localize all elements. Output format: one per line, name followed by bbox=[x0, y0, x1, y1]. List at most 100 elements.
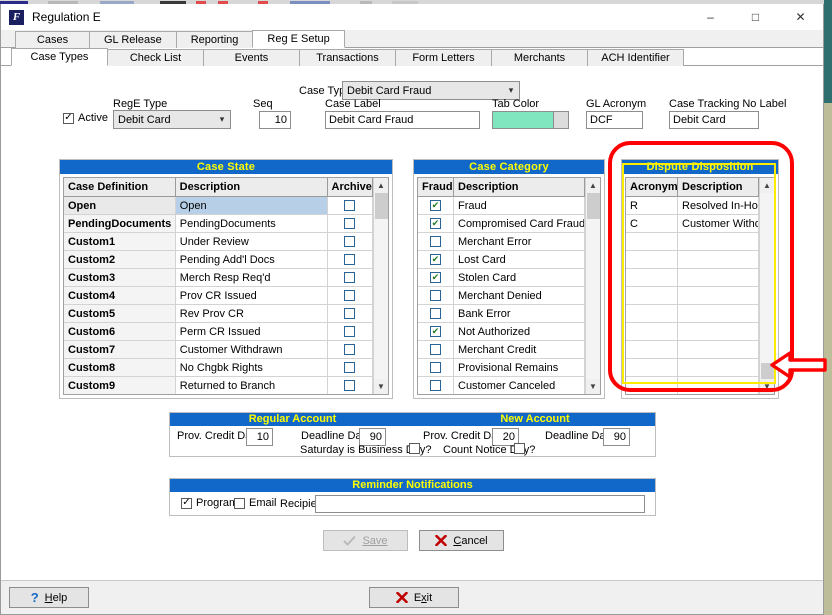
fraud-checkbox[interactable] bbox=[430, 254, 441, 265]
tab-reporting[interactable]: Reporting bbox=[175, 31, 254, 48]
seq-input[interactable] bbox=[259, 111, 291, 129]
table-row[interactable]: Custom2 Pending Add'l Docs bbox=[64, 251, 373, 269]
table-row[interactable]: Custom7 Customer Withdrawn bbox=[64, 341, 373, 359]
tab-color-picker[interactable] bbox=[492, 111, 569, 129]
table-row[interactable]: Custom5 Rev Prov CR bbox=[64, 305, 373, 323]
scroll-thumb[interactable] bbox=[374, 193, 388, 219]
tab-form-letters[interactable]: Form Letters bbox=[395, 49, 492, 66]
maximize-icon[interactable]: □ bbox=[733, 4, 778, 30]
table-row[interactable] bbox=[626, 341, 759, 359]
archive-checkbox[interactable] bbox=[344, 254, 356, 265]
table-row[interactable]: Custom3 Merch Resp Req'd bbox=[64, 269, 373, 287]
table-row[interactable]: Merchant Error bbox=[418, 233, 585, 251]
col-case-definition[interactable]: Case Definition bbox=[64, 178, 176, 196]
table-row[interactable]: Merchant Credit bbox=[418, 341, 585, 359]
cancel-button[interactable]: Cancel bbox=[419, 530, 504, 551]
dispute-disposition-scrollbar[interactable]: ▲ ▼ bbox=[759, 178, 774, 394]
fraud-checkbox[interactable] bbox=[430, 308, 441, 319]
scroll-up-icon[interactable]: ▲ bbox=[585, 178, 600, 193]
table-row[interactable]: Not Authorized bbox=[418, 323, 585, 341]
fraud-checkbox[interactable] bbox=[430, 272, 441, 283]
fraud-checkbox[interactable] bbox=[430, 236, 441, 247]
scroll-up-icon[interactable]: ▲ bbox=[759, 178, 774, 193]
scroll-down-icon[interactable]: ▼ bbox=[585, 379, 600, 394]
scroll-up-icon[interactable]: ▲ bbox=[373, 178, 388, 193]
tab-case-types[interactable]: Case Types bbox=[11, 48, 108, 66]
scroll-down-icon[interactable]: ▼ bbox=[373, 379, 388, 394]
table-row[interactable] bbox=[626, 377, 759, 394]
active-checkbox-group[interactable]: Active bbox=[63, 112, 108, 124]
archive-checkbox[interactable] bbox=[344, 344, 356, 355]
scroll-thumb[interactable] bbox=[586, 193, 600, 219]
tab-ach-identifier[interactable]: ACH Identifier bbox=[587, 49, 684, 66]
exit-button[interactable]: Exit bbox=[369, 587, 459, 608]
regular-prov-credit-days-input[interactable] bbox=[246, 428, 273, 446]
archive-checkbox[interactable] bbox=[344, 236, 356, 247]
fraud-checkbox[interactable] bbox=[430, 344, 441, 355]
scroll-track[interactable] bbox=[585, 193, 600, 379]
tab-transactions[interactable]: Transactions bbox=[299, 49, 396, 66]
table-row[interactable] bbox=[626, 323, 759, 341]
table-row[interactable]: Fraud bbox=[418, 197, 585, 215]
table-row[interactable]: Custom1 Under Review bbox=[64, 233, 373, 251]
help-button[interactable]: ? Help bbox=[9, 587, 89, 608]
save-button[interactable]: Save bbox=[323, 530, 408, 551]
table-row[interactable] bbox=[626, 269, 759, 287]
table-row[interactable]: PendingDocuments PendingDocuments bbox=[64, 215, 373, 233]
tab-merchants[interactable]: Merchants bbox=[491, 49, 588, 66]
table-row[interactable] bbox=[626, 233, 759, 251]
table-row[interactable]: CCustomer Withdrawn bbox=[626, 215, 759, 233]
tab-check-list[interactable]: Check List bbox=[107, 49, 204, 66]
col-description[interactable]: Description bbox=[175, 178, 328, 196]
table-row[interactable]: Bank Error bbox=[418, 305, 585, 323]
table-row[interactable]: Lost Card bbox=[418, 251, 585, 269]
minimize-icon[interactable]: – bbox=[688, 4, 733, 30]
tab-reg-e-setup[interactable]: Reg E Setup bbox=[252, 30, 345, 48]
tab-color-dropdown-button[interactable] bbox=[553, 112, 568, 128]
table-row[interactable]: Provisional Remains bbox=[418, 359, 585, 377]
table-row[interactable]: Custom8 No Chgbk Rights bbox=[64, 359, 373, 377]
case-state-scrollbar[interactable]: ▲ ▼ bbox=[373, 178, 388, 394]
email-checkbox[interactable] bbox=[234, 497, 245, 509]
table-row[interactable]: Open Open bbox=[64, 197, 373, 215]
archive-checkbox[interactable] bbox=[344, 200, 356, 211]
rege-type-select[interactable]: Debit Card ▾ bbox=[113, 110, 231, 129]
recipients-input[interactable] bbox=[315, 495, 645, 513]
tab-events[interactable]: Events bbox=[203, 49, 300, 66]
archive-checkbox[interactable] bbox=[344, 272, 356, 283]
table-row[interactable] bbox=[626, 305, 759, 323]
active-checkbox[interactable] bbox=[63, 112, 74, 124]
fraud-checkbox[interactable] bbox=[430, 200, 441, 211]
col-description[interactable]: Description bbox=[454, 178, 585, 196]
archive-checkbox[interactable] bbox=[344, 362, 356, 373]
fraud-checkbox[interactable] bbox=[430, 326, 441, 337]
scroll-thumb[interactable] bbox=[760, 363, 774, 379]
program-checkbox-group[interactable]: Program bbox=[181, 497, 238, 509]
col-archive[interactable]: Archive bbox=[327, 178, 373, 196]
archive-checkbox[interactable] bbox=[344, 218, 356, 229]
email-checkbox-group[interactable]: Email bbox=[234, 497, 277, 509]
table-row[interactable]: Custom4 Prov CR Issued bbox=[64, 287, 373, 305]
fraud-checkbox[interactable] bbox=[430, 218, 441, 229]
table-row[interactable]: Customer Canceled bbox=[418, 377, 585, 394]
scroll-down-icon[interactable]: ▼ bbox=[759, 379, 774, 394]
case-category-scrollbar[interactable]: ▲ ▼ bbox=[585, 178, 600, 394]
case-tracking-no-input[interactable] bbox=[669, 111, 759, 129]
table-row[interactable] bbox=[626, 287, 759, 305]
col-fraud[interactable]: Fraud bbox=[418, 178, 454, 196]
table-row[interactable] bbox=[626, 359, 759, 377]
fraud-checkbox[interactable] bbox=[430, 290, 441, 301]
archive-checkbox[interactable] bbox=[344, 326, 356, 337]
table-row[interactable]: Stolen Card bbox=[418, 269, 585, 287]
program-checkbox[interactable] bbox=[181, 497, 192, 509]
table-row[interactable]: Merchant Denied bbox=[418, 287, 585, 305]
col-acronym[interactable]: Acronym bbox=[626, 178, 678, 196]
table-row[interactable] bbox=[626, 251, 759, 269]
scroll-track[interactable] bbox=[759, 193, 774, 379]
archive-checkbox[interactable] bbox=[344, 290, 356, 301]
case-label-input[interactable] bbox=[325, 111, 480, 129]
count-notice-day-checkbox[interactable] bbox=[514, 443, 525, 454]
archive-checkbox[interactable] bbox=[344, 380, 356, 391]
dispute-disposition-grid[interactable]: Acronym Description RResolved In-HouseCC… bbox=[625, 177, 775, 395]
table-row[interactable]: Custom9 Returned to Branch bbox=[64, 377, 373, 394]
